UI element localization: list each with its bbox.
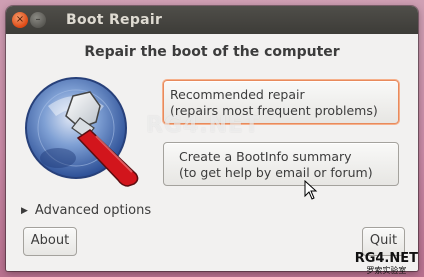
recommended-repair-label: Recommended repair [170,87,305,102]
title-bar[interactable]: × – Boot Repair [6,6,418,34]
bootinfo-summary-sublabel: (to get help by email or forum) [179,165,373,180]
advanced-options-label: Advanced options [34,203,152,218]
watermark-corner: RG4.NET 罗索实验室 [354,251,418,276]
bootinfo-summary-button[interactable]: Create a BootInfo summary (to get help b… [163,142,399,186]
expander-triangle-icon: ▶ [21,205,28,216]
page-heading: Repair the boot of the computer [84,44,340,60]
watermark-corner-title: RG4.NET [354,251,418,266]
watermark-corner-subtitle: 罗索实验室 [366,266,407,275]
close-icon: × [15,14,25,25]
window-title: Boot Repair [66,12,163,28]
bootinfo-summary-label: Create a BootInfo summary [179,149,352,164]
advanced-options-expander[interactable]: ▶ Advanced options [21,203,151,218]
boot-repair-window: × – Boot Repair Repair the boot of the c… [6,6,418,271]
minimize-icon: – [35,14,41,25]
close-button[interactable]: × [12,12,28,28]
mouse-pointer-icon [304,180,318,200]
minimize-button[interactable]: – [30,12,46,28]
about-button[interactable]: About [23,227,77,256]
watermark-text: RG4.NET [146,113,261,138]
